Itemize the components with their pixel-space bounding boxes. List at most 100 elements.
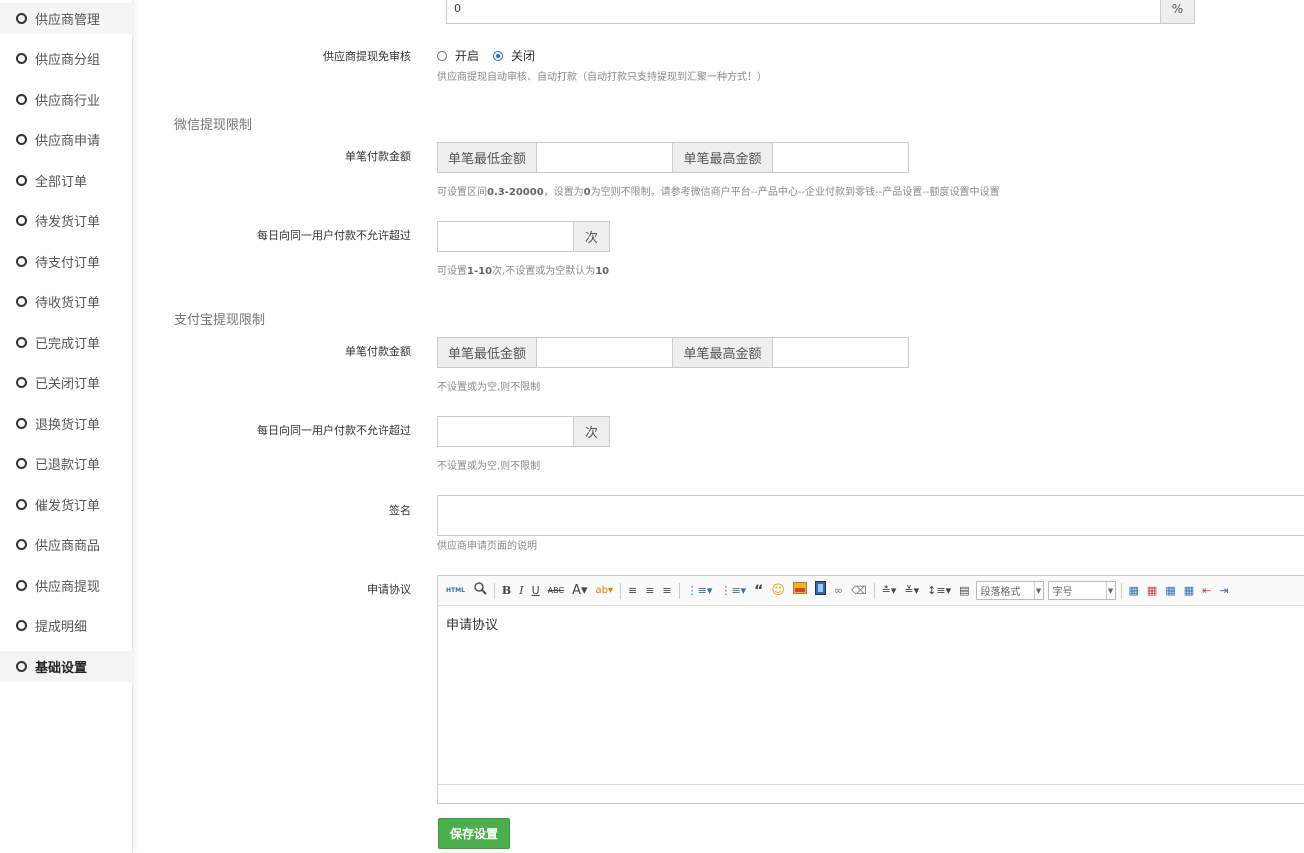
alipay-amount-help: 不设置或为空,则不限制 (437, 382, 541, 393)
row-spacing-bottom-icon[interactable]: ≚▾ (904, 583, 919, 599)
circle-icon (16, 53, 27, 64)
underline-icon[interactable]: U (532, 583, 540, 599)
bold-icon[interactable]: B (502, 583, 511, 599)
toolbar-separator (1120, 582, 1122, 599)
circle-icon (16, 620, 27, 631)
sidebar-item[interactable]: 供应商商品 (0, 529, 133, 560)
align-center-icon[interactable]: ≡ (645, 583, 654, 599)
sidebar-item-label: 供应商提现 (35, 580, 101, 595)
ordered-list-icon[interactable]: ⋮≡▾ (687, 583, 713, 599)
circle-icon (16, 215, 27, 226)
wechat-min-input[interactable] (536, 142, 673, 173)
html-source-icon[interactable]: HTML (446, 583, 465, 599)
radio-close-label[interactable]: 关闭 (511, 47, 535, 64)
strikethrough-icon[interactable]: ABC (548, 583, 564, 599)
sidebar-item[interactable]: 待发货订单 (0, 205, 133, 236)
sidebar-item[interactable]: 供应商申请 (0, 124, 133, 155)
paragraph-format-value: 段落格式 (980, 587, 1021, 598)
row-spacing-top-icon[interactable]: ≛▾ (882, 583, 897, 599)
table-props-icon[interactable]: ▦ (1147, 583, 1157, 599)
sidebar-item[interactable]: 已关闭订单 (0, 367, 133, 398)
wechat-daily-label: 每日向同一用户付款不允许超过 (257, 229, 411, 242)
blockquote-icon[interactable]: “ (754, 583, 763, 599)
insert-col-icon[interactable]: ▦ (1184, 583, 1194, 599)
sidebar-item-label: 催发货订单 (35, 499, 101, 514)
sidebar-item[interactable]: 基础设置 (0, 651, 133, 682)
help-range: 0.3-20000 (487, 187, 544, 198)
paragraph-format-select[interactable]: 段落格式 ▼ (975, 581, 1044, 600)
unordered-list-icon[interactable]: ⋮≡▾ (720, 583, 746, 599)
circle-icon (16, 134, 27, 145)
sidebar-nav: 供应商管理供应商分组供应商行业供应商申请全部订单待发货订单待支付订单待收货订单已… (0, 0, 133, 853)
alipay-min-input[interactable] (536, 337, 673, 368)
circle-icon (16, 580, 27, 591)
alipay-daily-input[interactable] (437, 416, 574, 447)
line-height-icon[interactable]: ↕≡▾ (927, 583, 951, 599)
sidebar-item-label: 已退款订单 (35, 458, 101, 473)
alipay-min-addon: 单笔最低金额 (437, 337, 537, 368)
sidebar-item-label: 供应商申请 (35, 134, 101, 149)
editor-footer (438, 784, 1304, 803)
preview-icon[interactable] (473, 581, 487, 600)
wechat-daily-suffix: 次 (573, 221, 610, 252)
sidebar-item[interactable]: 供应商提现 (0, 570, 133, 601)
wechat-max-addon: 单笔最高金额 (672, 142, 773, 173)
sidebar-item-label: 供应商行业 (35, 94, 101, 109)
image-icon[interactable] (792, 582, 807, 599)
rich-text-editor[interactable]: HTML B I U ABC A▾ ab▾ ≡ ≡ ≡ ⋮≡▾ ⋮≡▾ “ ☺ … (437, 575, 1304, 804)
alipay-daily-suffix: 次 (573, 416, 610, 447)
sidebar-item[interactable]: 供应商行业 (0, 84, 133, 115)
insert-row-icon[interactable]: ▦ (1165, 583, 1175, 599)
sidebar-item[interactable]: 已完成订单 (0, 327, 133, 358)
sidebar-item[interactable]: 供应商分组 (0, 43, 133, 74)
sidebar-item[interactable]: 提成明细 (0, 610, 133, 641)
radio-open-label[interactable]: 开启 (455, 47, 479, 64)
eraser-icon[interactable]: ⌫ (851, 583, 867, 599)
align-right-icon[interactable]: ≡ (662, 583, 671, 599)
percent-addon: % (1160, 0, 1195, 24)
wechat-max-input[interactable] (772, 142, 909, 173)
font-size-value: 字号 (1052, 587, 1073, 598)
signature-label: 签名 (389, 504, 411, 517)
circle-icon (16, 175, 27, 186)
italic-icon[interactable]: I (519, 583, 523, 599)
sidebar-item[interactable]: 全部订单 (0, 165, 133, 196)
highlight-icon[interactable]: ab▾ (595, 583, 613, 599)
wechat-daily-help: 可设置1-10次,不设置或为空默认为10 (437, 262, 609, 277)
radio-close[interactable] (493, 51, 503, 61)
merge-icon[interactable]: ⇥ (1219, 583, 1228, 599)
top-rate-input[interactable]: 0 (446, 0, 1162, 24)
sidebar-item[interactable]: 退换货订单 (0, 408, 133, 439)
help-zero: 0 (583, 187, 591, 198)
sidebar-item[interactable]: 供应商管理 (0, 3, 133, 34)
paragraph-icon[interactable]: ▤ (959, 583, 969, 599)
emoji-icon[interactable]: ☺ (771, 583, 785, 599)
toolbar-separator (678, 582, 680, 599)
radio-open[interactable] (437, 51, 447, 61)
alipay-max-input[interactable] (772, 337, 909, 368)
sidebar-item-label: 供应商分组 (35, 53, 101, 68)
toolbar-separator (873, 582, 875, 599)
video-icon[interactable] (814, 581, 826, 600)
help-text: 可设置 (437, 266, 467, 277)
chevron-down-icon: ▼ (1105, 582, 1115, 599)
insert-table-icon[interactable]: ▦ (1129, 583, 1139, 599)
signature-input[interactable] (437, 495, 1304, 536)
align-left-icon[interactable]: ≡ (628, 583, 637, 599)
circle-icon (16, 377, 27, 388)
toolbar-separator (619, 582, 621, 599)
link-icon[interactable]: ∞ (834, 583, 843, 599)
font-size-select[interactable]: 字号 ▼ (1047, 581, 1116, 600)
toolbar-separator (493, 582, 495, 599)
editor-content[interactable]: 申请协议 (446, 614, 498, 633)
sidebar-item[interactable]: 已退款订单 (0, 448, 133, 479)
delete-row-icon[interactable]: ⇤ (1202, 583, 1211, 599)
font-color-icon[interactable]: A▾ (572, 583, 587, 599)
wechat-daily-input[interactable] (437, 221, 574, 252)
save-settings-button[interactable]: 保存设置 (438, 818, 510, 849)
circle-icon (16, 458, 27, 469)
sidebar-item[interactable]: 待收货订单 (0, 286, 133, 317)
alipay-daily-label: 每日向同一用户付款不允许超过 (257, 424, 411, 437)
sidebar-item[interactable]: 催发货订单 (0, 489, 133, 520)
sidebar-item[interactable]: 待支付订单 (0, 246, 133, 277)
